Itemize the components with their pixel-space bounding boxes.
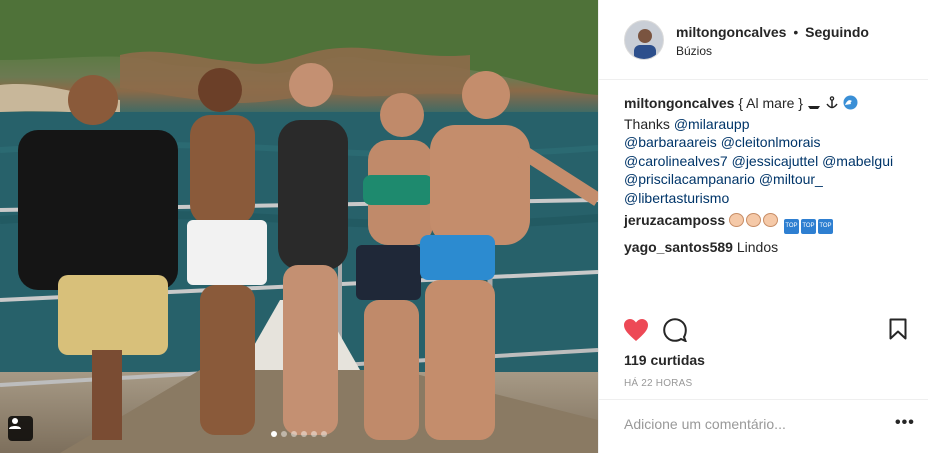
carousel-dot[interactable] [271, 431, 277, 437]
post-panel: miltongoncalves • Seguindo Búzios milton… [598, 0, 928, 453]
likes-count[interactable]: 119 curtidas [624, 352, 705, 368]
mention-link[interactable]: @miltour_ [759, 171, 823, 187]
mention-link[interactable]: @cleitonlmorais [721, 134, 821, 150]
mention-link[interactable]: @jessicajuttel [732, 153, 819, 169]
carousel-dots [0, 431, 598, 437]
clap-emoji [729, 213, 745, 227]
top-emoji: TOP [783, 219, 799, 234]
comment-icon[interactable] [663, 318, 688, 345]
mention-link[interactable]: @milaraupp [674, 116, 750, 132]
header-line: miltongoncalves • Seguindo [676, 24, 869, 40]
comment-item: yago_santos589 Lindos [624, 238, 914, 257]
follow-status-button[interactable]: Seguindo [805, 24, 869, 40]
carousel-dot[interactable] [321, 431, 327, 437]
comment-username[interactable]: yago_santos589 [624, 239, 733, 255]
comment-item: jeruzacamposs TOP TOP TOP [624, 211, 914, 234]
bookmark-icon[interactable] [889, 318, 907, 343]
comment-username[interactable]: jeruzacamposs [624, 212, 725, 228]
post-location[interactable]: Búzios [676, 44, 712, 58]
mention-link[interactable]: @priscilacampanario [624, 171, 755, 187]
avatar[interactable] [624, 20, 664, 60]
comment-text: Lindos [736, 239, 779, 255]
user-tag-icon[interactable] [8, 416, 33, 441]
caption-text: { Al mare } [738, 95, 803, 111]
carousel-dot[interactable] [281, 431, 287, 437]
caption: miltongoncalves { Al mare } Thanks @mila… [624, 94, 914, 207]
comments-list: miltongoncalves { Al mare } Thanks @mila… [624, 94, 914, 261]
more-options-button[interactable]: ••• [895, 414, 915, 432]
action-bar [623, 318, 913, 346]
post-photo[interactable] [0, 0, 598, 453]
mention-link[interactable]: @barbaraareis [624, 134, 717, 150]
photo-scene [0, 0, 598, 453]
caption-thanks: Thanks [624, 115, 670, 132]
boat-emoji [807, 96, 821, 115]
carousel-dot[interactable] [311, 431, 317, 437]
carousel-dot[interactable] [301, 431, 307, 437]
post-username[interactable]: miltongoncalves [676, 24, 786, 40]
top-emoji: TOP [800, 219, 816, 234]
mention-link[interactable]: @libertasturismo [624, 190, 729, 206]
mention-link[interactable]: @mabelgui [822, 153, 893, 169]
wave-emoji [843, 95, 858, 115]
mention-link[interactable]: @carolinealves7 [624, 153, 728, 169]
post-header: miltongoncalves • Seguindo Búzios [599, 0, 928, 80]
top-emoji: TOP [817, 219, 833, 234]
anchor-emoji [825, 96, 839, 115]
caption-username[interactable]: miltongoncalves [624, 95, 734, 111]
heart-filled-icon[interactable] [623, 318, 649, 345]
comment-input[interactable] [624, 416, 874, 432]
clap-emoji [746, 213, 762, 227]
comment-box: ••• [599, 399, 928, 453]
post-time[interactable]: HÁ 22 HORAS [624, 378, 692, 389]
clap-emoji [763, 213, 779, 227]
carousel-dot[interactable] [291, 431, 297, 437]
header-separator: • [793, 24, 799, 40]
